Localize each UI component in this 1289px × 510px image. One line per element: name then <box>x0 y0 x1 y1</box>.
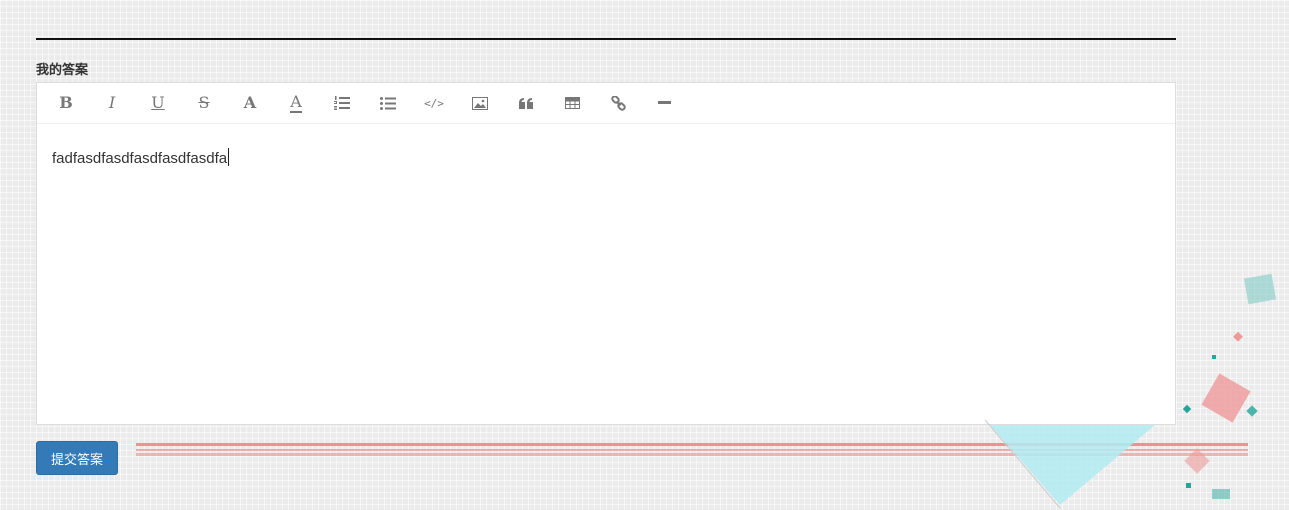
strikethrough-button[interactable]: S <box>181 83 227 123</box>
underline-button[interactable]: U <box>135 83 181 123</box>
answer-editor: B I U S A A </> fadfasdfasdfasdfasdfasdf… <box>36 82 1176 425</box>
italic-button[interactable]: I <box>89 83 135 123</box>
italic-icon: I <box>108 93 116 112</box>
editor-text: fadfasdfasdfasdfasdfasdfa <box>52 150 228 167</box>
submit-answer-button[interactable]: 提交答案 <box>36 441 118 475</box>
bold-button[interactable]: B <box>43 83 89 123</box>
image-icon <box>472 96 488 110</box>
horizontal-rule-button[interactable] <box>641 83 687 123</box>
ordered-list-button[interactable] <box>319 83 365 123</box>
unordered-list-icon <box>380 96 396 110</box>
table-icon <box>564 97 580 109</box>
strikethrough-icon: S <box>198 93 210 112</box>
horizontal-rule-icon <box>657 101 671 104</box>
unordered-list-button[interactable] <box>365 83 411 123</box>
font-size-icon: A <box>243 93 257 112</box>
font-color-icon: A <box>290 91 302 113</box>
table-button[interactable] <box>549 83 595 123</box>
editor-toolbar: B I U S A A </> <box>37 83 1175 124</box>
quote-icon <box>518 97 533 109</box>
text-caret <box>228 148 230 166</box>
link-icon <box>610 95 626 111</box>
image-button[interactable] <box>457 83 503 123</box>
code-button[interactable]: </> <box>411 83 457 123</box>
ordered-list-icon <box>334 96 350 110</box>
underline-icon: U <box>151 93 165 112</box>
font-color-button[interactable]: A <box>273 83 319 123</box>
editor-content-area[interactable]: fadfasdfasdfasdfasdfasdfa <box>37 124 1175 422</box>
bold-icon: B <box>59 93 73 112</box>
top-divider <box>36 38 1176 40</box>
section-label: 我的答案 <box>36 63 89 78</box>
code-icon: </> <box>424 96 444 110</box>
blockquote-button[interactable] <box>503 83 549 123</box>
font-size-button[interactable]: A <box>227 83 273 123</box>
link-button[interactable] <box>595 83 641 123</box>
